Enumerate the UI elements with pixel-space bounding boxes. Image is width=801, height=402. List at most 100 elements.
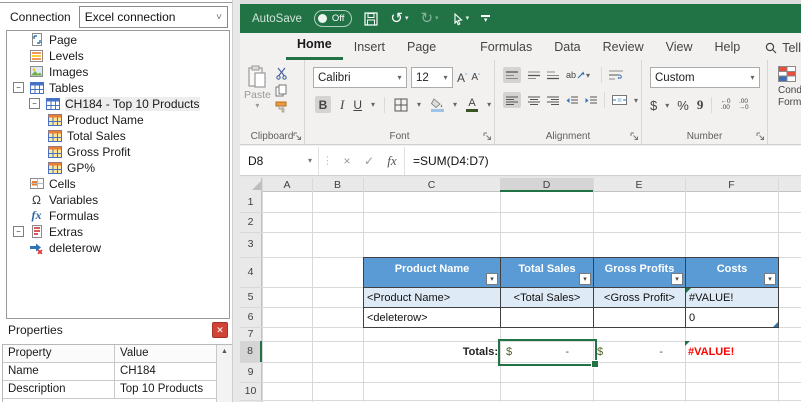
- active-cell-selection[interactable]: [498, 339, 599, 368]
- tree-item-column-gp-percent[interactable]: GP%: [7, 160, 229, 175]
- tell-me-search[interactable]: Tell: [765, 36, 801, 60]
- fill-handle[interactable]: [591, 360, 599, 368]
- formula-input[interactable]: =SUM(D4:D7): [413, 154, 489, 168]
- filter-dropdown-icon[interactable]: ▾: [764, 273, 776, 285]
- dropdown-icon[interactable]: ▾: [405, 11, 409, 26]
- row-header-6[interactable]: 6: [240, 307, 261, 327]
- save-button[interactable]: [364, 11, 378, 26]
- increase-decimal-button[interactable]: ←0.00: [720, 98, 730, 111]
- touch-mouse-mode-button[interactable]: ▾: [451, 11, 470, 26]
- dropdown-icon[interactable]: ▾: [453, 100, 457, 109]
- copy-button[interactable]: [275, 84, 288, 97]
- cell-F6[interactable]: 0: [685, 307, 779, 328]
- dropdown-icon[interactable]: ▾: [435, 11, 439, 26]
- decrease-decimal-button[interactable]: .00 →0: [738, 98, 748, 111]
- tree-item-page[interactable]: Page: [7, 32, 229, 47]
- tree-item-formulas[interactable]: fx Formulas: [7, 208, 229, 223]
- tree-item-extras[interactable]: − Extras: [7, 224, 229, 239]
- column-header-f[interactable]: F: [685, 178, 778, 192]
- cell-E4[interactable]: Gross Profits ▾: [593, 257, 686, 288]
- cell-D4[interactable]: Total Sales ▾: [500, 257, 594, 288]
- close-icon[interactable]: ✕: [212, 322, 228, 338]
- dropdown-icon[interactable]: ▾: [665, 101, 669, 110]
- merge-center-button[interactable]: [612, 95, 627, 105]
- autosave-toggle[interactable]: Off: [313, 10, 353, 27]
- filter-dropdown-icon[interactable]: ▾: [671, 273, 683, 285]
- scroll-up-icon[interactable]: ▲: [217, 345, 232, 355]
- tree-item-variables[interactable]: Ω Variables: [7, 192, 229, 207]
- italic-button[interactable]: I: [340, 97, 344, 113]
- top-align-button[interactable]: [503, 67, 521, 83]
- tree-item-column-total-sales[interactable]: Total Sales: [7, 128, 229, 143]
- fill-color-button[interactable]: [430, 97, 444, 112]
- tree-item-ch184-table[interactable]: − CH184 - Top 10 Products: [7, 96, 229, 111]
- tab-review[interactable]: Review: [592, 36, 655, 60]
- bottom-align-button[interactable]: [547, 71, 559, 80]
- value-column-header[interactable]: Value: [115, 345, 232, 362]
- column-header-b[interactable]: B: [312, 178, 363, 192]
- collapse-icon[interactable]: −: [29, 98, 40, 109]
- grow-font-button[interactable]: Aˆ: [457, 71, 467, 85]
- row-header-1[interactable]: 1: [240, 192, 261, 212]
- cut-button[interactable]: [275, 67, 288, 80]
- column-header-a[interactable]: A: [262, 178, 312, 192]
- tree-item-deleterow[interactable]: deleterow: [7, 240, 229, 255]
- filter-dropdown-icon[interactable]: ▾: [486, 273, 498, 285]
- cell-F5[interactable]: #VALUE!: [685, 287, 779, 308]
- tab-help[interactable]: Help: [704, 36, 752, 60]
- property-row-name[interactable]: Name CH184: [3, 363, 232, 381]
- wrap-text-button[interactable]: [609, 70, 624, 80]
- cell-C5[interactable]: <Product Name>: [363, 287, 501, 308]
- shrink-font-button[interactable]: Aˇ: [471, 72, 480, 83]
- tree-item-cells[interactable]: Cells: [7, 176, 229, 191]
- font-dialog-launcher-icon[interactable]: [483, 132, 492, 141]
- row-header-5[interactable]: 5: [240, 287, 261, 307]
- tab-data[interactable]: Data: [543, 36, 591, 60]
- chevron-down-icon[interactable]: ˅: [211, 12, 227, 23]
- row-header-8[interactable]: 8: [240, 341, 262, 362]
- font-size-dropdown[interactable]: 12 ▾: [411, 67, 453, 88]
- conditional-formatting-button[interactable]: Cond Form: [768, 60, 801, 109]
- dropdown-icon[interactable]: ▾: [466, 11, 470, 26]
- row-header-3[interactable]: 3: [240, 232, 261, 257]
- dropdown-icon[interactable]: ▾: [302, 156, 318, 165]
- customize-quick-access-toolbar-button[interactable]: ▾: [481, 14, 491, 24]
- formula-bar-handle[interactable]: ⋮: [319, 154, 336, 167]
- number-format-dropdown[interactable]: Custom ▾: [650, 67, 760, 88]
- cell-C8[interactable]: Totals:: [363, 341, 498, 362]
- column-header-d[interactable]: D: [500, 178, 593, 192]
- collapse-icon[interactable]: −: [13, 82, 24, 93]
- enter-icon[interactable]: ✓: [358, 154, 380, 168]
- tree-item-column-gross-profit[interactable]: Gross Profit: [7, 144, 229, 159]
- row-header-2[interactable]: 2: [240, 212, 261, 232]
- font-color-button[interactable]: A: [466, 97, 479, 112]
- increase-indent-button[interactable]: [585, 96, 597, 105]
- dropdown-icon[interactable]: ▾: [371, 100, 375, 109]
- tree-item-column-product-name[interactable]: Product Name: [7, 112, 229, 127]
- underline-button[interactable]: U: [353, 98, 362, 112]
- tab-view[interactable]: View: [655, 36, 704, 60]
- redo-button[interactable]: ↻ ▾: [420, 11, 438, 26]
- tree-item-tables[interactable]: − Tables: [7, 80, 229, 95]
- cell-C4[interactable]: Product Name ▾: [363, 257, 501, 288]
- cell-E8[interactable]: $ -: [593, 341, 685, 362]
- column-header-c[interactable]: C: [363, 178, 500, 192]
- row-header-7[interactable]: 7: [240, 327, 261, 341]
- middle-align-button[interactable]: [528, 71, 540, 80]
- align-right-button[interactable]: [547, 96, 559, 105]
- tab-formulas[interactable]: Formulas: [469, 36, 543, 60]
- name-box[interactable]: D8 ▾: [240, 146, 319, 175]
- cell-F4[interactable]: Costs ▾: [685, 257, 779, 288]
- orientation-button[interactable]: ab ▾: [566, 70, 590, 80]
- decrease-indent-button[interactable]: [566, 96, 578, 105]
- paste-button[interactable]: Paste ▾: [244, 65, 271, 110]
- tab-insert[interactable]: Insert: [343, 36, 396, 60]
- align-center-button[interactable]: [528, 96, 540, 105]
- table-resize-handle-icon[interactable]: [773, 322, 778, 327]
- collapse-icon[interactable]: −: [13, 226, 24, 237]
- tab-page-layout[interactable]: Page Layout: [396, 36, 469, 76]
- align-left-button[interactable]: [503, 92, 521, 108]
- cell-D6[interactable]: [500, 307, 594, 328]
- format-painter-button[interactable]: [275, 101, 288, 114]
- undo-button[interactable]: ↺ ▾: [390, 11, 408, 26]
